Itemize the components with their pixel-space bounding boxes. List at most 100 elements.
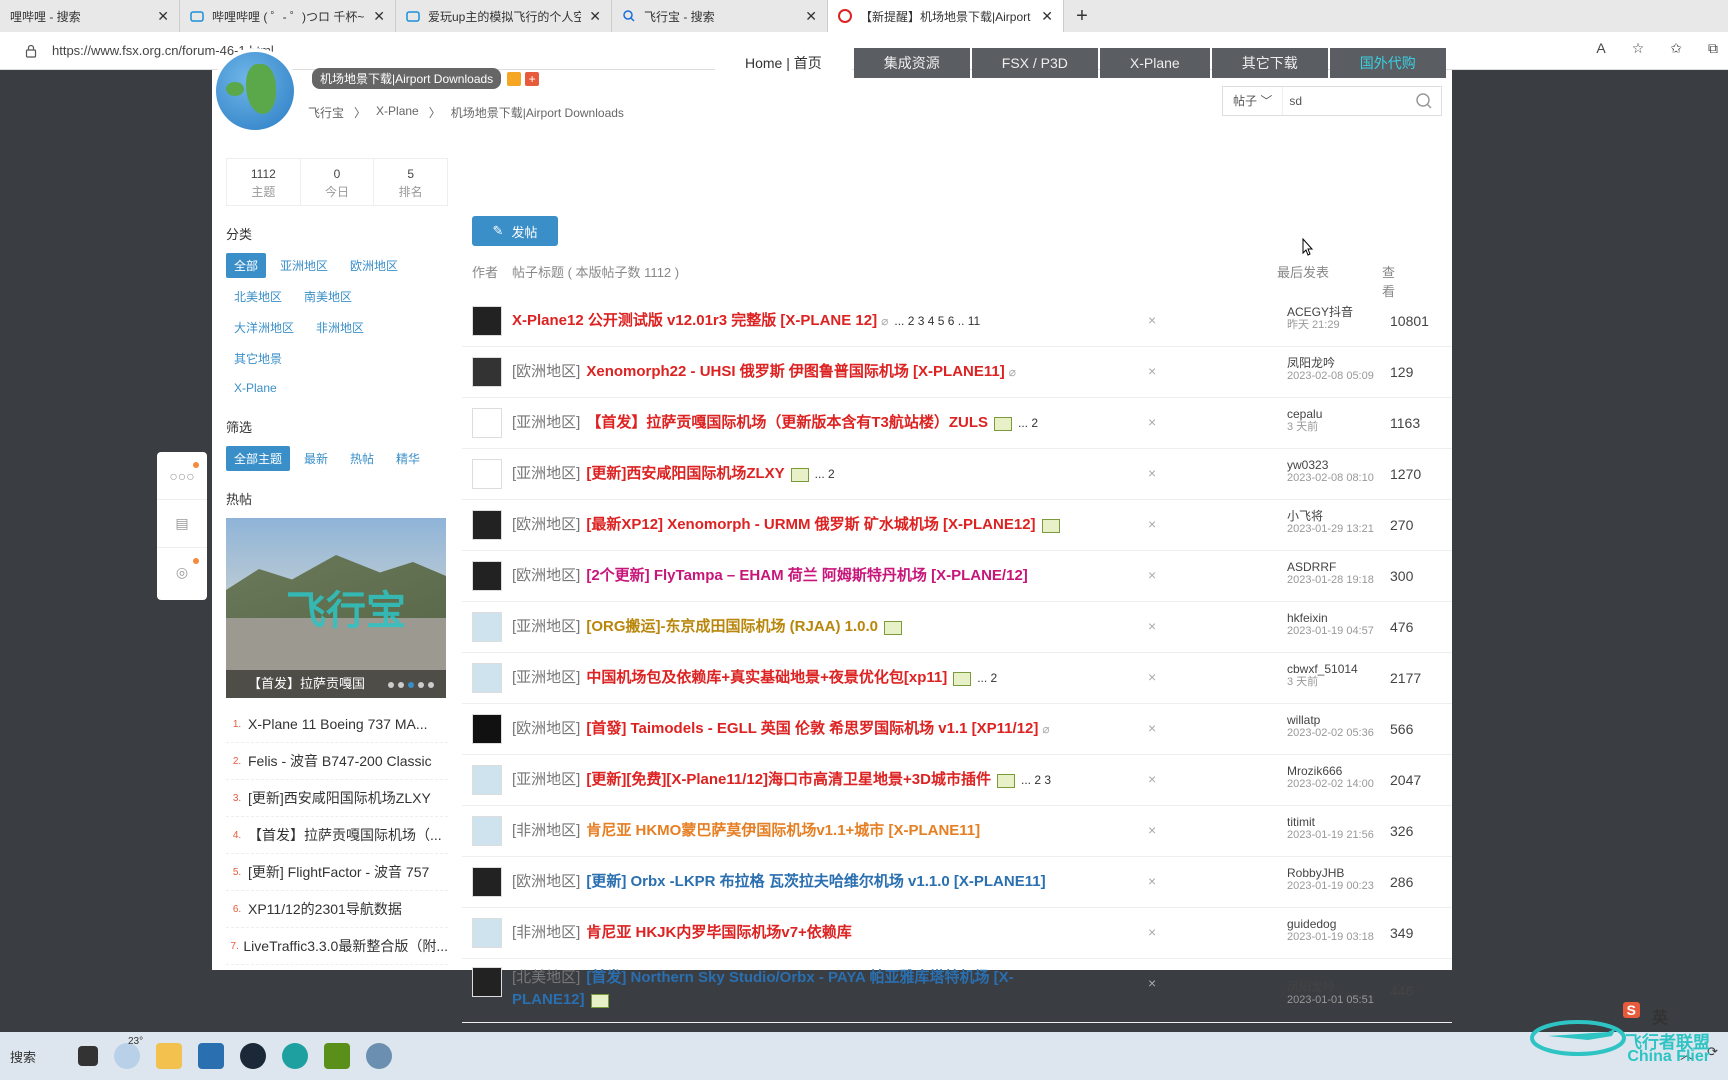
lock-icon[interactable] <box>24 44 38 58</box>
task-view-icon[interactable] <box>78 1046 98 1066</box>
close-icon[interactable]: × <box>1148 975 1156 991</box>
thread-pages[interactable]: ... 2 <box>977 671 997 685</box>
category-chip[interactable]: 北美地区 <box>226 284 290 309</box>
thread-title-link[interactable]: 肯尼亚 HKJK内罗毕国际机场v7+依赖库 <box>586 924 851 941</box>
file-explorer-icon[interactable] <box>156 1043 182 1069</box>
author-avatar[interactable] <box>472 867 502 897</box>
taskbar-search[interactable]: 搜索 <box>10 1047 70 1066</box>
browser-tab[interactable]: 哩哔哩 - 搜索 ✕ <box>0 0 180 32</box>
new-tab-button[interactable]: + <box>1064 0 1100 32</box>
category-chip[interactable]: 欧洲地区 <box>342 253 406 278</box>
thread-title-link[interactable]: [首发] Northern Sky Studio/Orbx - PAYA 帕亚雅… <box>512 969 1014 1008</box>
thread-row[interactable]: X-Plane12 公开测试版 v12.01r3 完整版 [X-PLANE 12… <box>462 296 1452 347</box>
last-post-time[interactable]: 2023-01-19 04:57 <box>1287 625 1374 638</box>
close-icon[interactable]: × <box>1148 771 1156 787</box>
category-chip[interactable]: 其它地景 <box>226 346 290 371</box>
last-post-time[interactable]: 2023-01-19 21:56 <box>1287 829 1374 842</box>
thread-title-link[interactable]: X-Plane12 公开测试版 v12.01r3 完整版 [X-PLANE 12… <box>512 312 877 329</box>
author-avatar[interactable] <box>472 816 502 846</box>
filter-chip[interactable]: 热帖 <box>342 446 382 471</box>
thread-title-link[interactable]: [最新XP12] Xenomorph - URMM 俄罗斯 矿水城机场 [X-P… <box>586 516 1035 533</box>
close-icon[interactable]: ✕ <box>1041 8 1053 25</box>
thread-category[interactable]: [欧洲地区] <box>512 720 580 737</box>
thread-row[interactable]: [亚洲地区] [更新][免费][X-Plane11/12]海口市高清卫星地景+3D… <box>462 755 1452 806</box>
author-avatar[interactable] <box>472 765 502 795</box>
nav-tab-fsx[interactable]: FSX / P3D <box>971 48 1098 78</box>
thread-pages[interactable]: ... 2 3 4 5 6 .. 11 <box>894 314 980 328</box>
close-icon[interactable]: ✕ <box>589 8 601 25</box>
favorites-icon[interactable]: ✩ <box>1670 40 1682 57</box>
browser-tab[interactable]: 飞行宝 - 搜索 ✕ <box>612 0 828 32</box>
author-avatar[interactable] <box>472 306 502 336</box>
last-post-user[interactable]: willatp <box>1287 713 1320 727</box>
favorite-plus-icon[interactable]: + <box>525 71 540 86</box>
close-icon[interactable]: × <box>1148 363 1156 379</box>
search-input[interactable] <box>1283 88 1394 114</box>
last-post-user[interactable]: 凤阳龙吟 <box>1287 356 1335 370</box>
collections-icon[interactable]: ⧉ <box>1708 40 1718 57</box>
col-last-post[interactable]: 最后发表 <box>1277 262 1329 281</box>
close-icon[interactable]: × <box>1148 414 1156 430</box>
close-icon[interactable]: × <box>1148 924 1156 940</box>
thread-category[interactable]: [亚洲地区] <box>512 414 580 431</box>
filter-chip[interactable]: 最新 <box>296 446 336 471</box>
author-avatar[interactable] <box>472 612 502 642</box>
close-icon[interactable]: × <box>1148 873 1156 889</box>
last-post-time[interactable]: 2023-02-08 08:10 <box>1287 472 1374 485</box>
last-post-time[interactable]: 3 天前 <box>1287 676 1358 689</box>
last-post-user[interactable]: ASDRRF <box>1287 560 1336 574</box>
close-icon[interactable]: × <box>1148 618 1156 634</box>
search-icon[interactable] <box>1415 92 1433 110</box>
thread-title-link[interactable]: [更新]西安咸阳国际机场ZLXY <box>586 465 784 482</box>
steam-icon[interactable] <box>240 1043 266 1069</box>
filter-chip[interactable]: 精华 <box>388 446 428 471</box>
last-post-user[interactable]: guidedog <box>1287 917 1336 931</box>
last-post-time[interactable]: 昨天 21:29 <box>1287 319 1353 332</box>
author-avatar[interactable] <box>472 357 502 387</box>
nav-tab-other[interactable]: 其它下载 <box>1211 48 1328 78</box>
nav-tab-home[interactable]: Home | 首页 <box>715 48 852 78</box>
last-post-user[interactable]: titimit <box>1287 815 1315 829</box>
thread-row[interactable]: [亚洲地区] [ORG搬运]-东京成田国际机场 (RJAA) 1.0.0 × hkfe… <box>462 602 1452 653</box>
hot-item[interactable]: 7. LiveTraffic3.3.0最新整合版（附... <box>226 928 448 965</box>
last-post-time[interactable]: 3 天前 <box>1287 421 1322 434</box>
close-icon[interactable]: ✕ <box>157 8 169 25</box>
last-post-time[interactable]: 2023-02-02 14:00 <box>1287 778 1374 791</box>
thread-pages[interactable]: ... 2 <box>1018 416 1038 430</box>
author-avatar[interactable] <box>472 967 502 997</box>
nvidia-icon[interactable] <box>324 1043 350 1069</box>
last-post-user[interactable]: hkfeixin <box>1287 611 1328 625</box>
thread-pages[interactable]: ... 2 <box>815 467 835 481</box>
col-views[interactable]: 查看 <box>1382 262 1395 300</box>
last-post-user[interactable]: Mrozik666 <box>1287 764 1342 778</box>
last-post-user[interactable]: 小飞将 <box>1287 509 1323 523</box>
read-aloud-icon[interactable]: A <box>1596 40 1605 57</box>
author-avatar[interactable] <box>472 918 502 948</box>
search-type-select[interactable]: 帖子 ﹀ <box>1223 87 1284 115</box>
nav-tab-overseas[interactable]: 国外代购 <box>1329 48 1446 78</box>
thread-row[interactable]: [北美地区] [首发] Northern Sky Studio/Orbx - PA… <box>462 959 1452 1023</box>
category-chip[interactable]: 大洋洲地区 <box>226 315 302 340</box>
thread-title-link[interactable]: [ORG搬运]-东京成田国际机场 (RJAA) 1.0.0 <box>586 618 878 635</box>
carousel-dots[interactable] <box>388 682 434 688</box>
thread-category[interactable]: [欧洲地区] <box>512 516 580 533</box>
category-chip[interactable]: 亚洲地区 <box>272 253 336 278</box>
thread-category[interactable]: [亚洲地区] <box>512 465 580 482</box>
settings-gear-icon[interactable] <box>366 1043 392 1069</box>
store-icon[interactable] <box>198 1043 224 1069</box>
breadcrumb-item[interactable]: X-Plane <box>376 104 419 121</box>
close-icon[interactable]: × <box>1148 516 1156 532</box>
category-chip[interactable]: 非洲地区 <box>308 315 372 340</box>
author-avatar[interactable] <box>472 459 502 489</box>
edge-browser-icon[interactable] <box>282 1043 308 1069</box>
new-post-button[interactable]: ✎ 发帖 <box>472 216 558 246</box>
author-avatar[interactable] <box>472 408 502 438</box>
category-chip[interactable]: X-Plane <box>226 377 442 399</box>
thread-title-link[interactable]: [更新] Orbx -LKPR 布拉格 瓦茨拉夫哈维尔机场 v1.1.0 [X-… <box>586 873 1045 890</box>
message-icon[interactable]: ◎ <box>157 548 207 596</box>
nav-tab-xplane[interactable]: X-Plane <box>1099 48 1210 78</box>
last-post-user[interactable]: RobbyJHB <box>1287 866 1344 880</box>
close-icon[interactable]: ✕ <box>805 8 817 25</box>
thread-row[interactable]: [亚洲地区] 中国机场包及依赖库+真实基础地景+夜景优化包[xp11] ... 2 ×… <box>462 653 1452 704</box>
thread-category[interactable]: [非洲地区] <box>512 822 580 839</box>
